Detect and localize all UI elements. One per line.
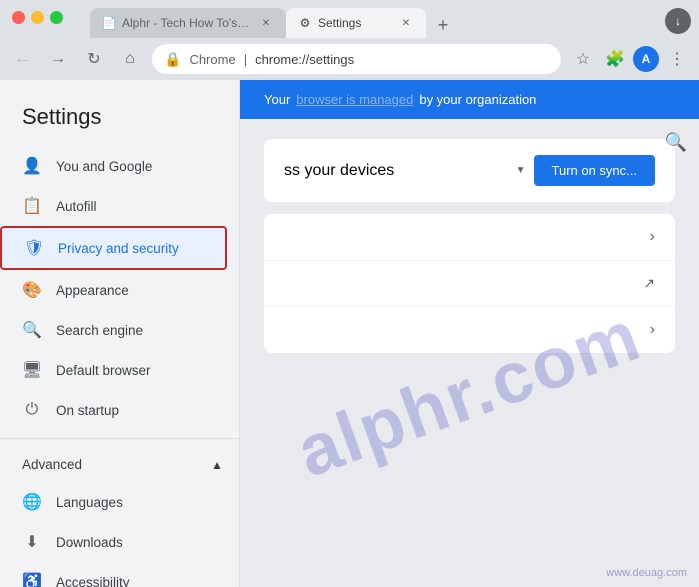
tab-alphr-close[interactable]: ✕: [258, 15, 274, 31]
managed-banner: Your browser is managed by your organiza…: [240, 80, 699, 119]
search-engine-icon: 🔍: [22, 320, 42, 340]
sidebar-item-search-engine-label: Search engine: [56, 323, 143, 338]
privacy-security-icon: 🛡: [24, 238, 44, 258]
sidebar-item-downloads-label: Downloads: [56, 535, 123, 550]
tab-alphr-favicon: 📄: [102, 16, 116, 30]
tab-settings-title: Settings: [318, 16, 392, 30]
menu-button[interactable]: ⋮: [663, 45, 691, 73]
languages-icon: 🌐: [22, 492, 42, 512]
accessibility-icon: ♿: [22, 572, 42, 587]
sidebar-item-privacy-security[interactable]: 🛡 Privacy and security: [0, 226, 227, 270]
sync-card: ss your devices ▼ Turn on sync...: [264, 139, 675, 202]
sidebar-item-privacy-security-label: Privacy and security: [58, 241, 179, 256]
new-tab-button[interactable]: +: [430, 12, 456, 38]
sidebar-item-on-startup-label: On startup: [56, 403, 119, 418]
settings-list-card: › ↗ ›: [264, 214, 675, 353]
sidebar-item-you-google[interactable]: 👤 You and Google: [0, 146, 227, 186]
sidebar-item-autofill[interactable]: 📋 Autofill: [0, 186, 227, 226]
list-item-3-arrow-icon: ›: [650, 321, 655, 339]
home-button[interactable]: ⌂: [116, 45, 144, 73]
content-area: ss your devices ▼ Turn on sync... ›: [240, 119, 699, 385]
advanced-section-toggle[interactable]: Advanced ▲: [0, 447, 239, 482]
tab-settings-favicon: ⚙: [298, 16, 312, 30]
autofill-icon: 📋: [22, 196, 42, 216]
turn-on-sync-button[interactable]: Turn on sync...: [534, 155, 656, 186]
watermark-url: www.deuag.com: [606, 567, 687, 579]
default-browser-icon: 🖥: [22, 360, 42, 380]
forward-button[interactable]: →: [44, 45, 72, 73]
maximize-window-button[interactable]: [50, 11, 63, 24]
tab-settings[interactable]: ⚙ Settings ✕: [286, 8, 426, 38]
minimize-window-button[interactable]: [31, 11, 44, 24]
sidebar-item-appearance-label: Appearance: [56, 283, 129, 298]
address-bar[interactable]: 🔒 Chrome | chrome://settings: [152, 44, 561, 74]
sidebar-divider: [0, 438, 239, 439]
sync-card-text: ss your devices: [284, 162, 394, 180]
nav-right-buttons: ☆ 🧩 A ⋮: [569, 45, 691, 73]
sidebar-item-downloads[interactable]: ⬇ Downloads: [0, 522, 227, 562]
sidebar-item-you-google-label: You and Google: [56, 159, 152, 174]
list-item-3[interactable]: ›: [264, 307, 675, 353]
browser-profile-menu[interactable]: ↓: [665, 8, 691, 34]
tab-settings-close[interactable]: ✕: [398, 15, 414, 31]
sync-dropdown[interactable]: ▼: [516, 165, 526, 176]
sidebar-item-accessibility[interactable]: ♿ Accessibility: [0, 562, 227, 587]
sidebar-item-search-engine[interactable]: 🔍 Search engine: [0, 310, 227, 350]
advanced-section-label: Advanced: [22, 457, 82, 472]
address-separator: |: [244, 52, 247, 67]
settings-search-button[interactable]: 🔍: [665, 132, 687, 153]
back-button[interactable]: ←: [8, 45, 36, 73]
bookmark-button[interactable]: ☆: [569, 45, 597, 73]
sync-dropdown-arrow: ▼: [516, 165, 526, 176]
sidebar-title: Settings: [0, 96, 239, 146]
sidebar-item-languages-label: Languages: [56, 495, 123, 510]
tab-alphr-title: Alphr - Tech How To's & Guide...: [122, 16, 252, 30]
list-item-1-arrow-icon: ›: [650, 228, 655, 246]
list-item-1[interactable]: ›: [264, 214, 675, 261]
managed-banner-link[interactable]: browser is managed: [296, 92, 413, 107]
address-scheme: Chrome: [189, 52, 235, 67]
sidebar-item-default-browser[interactable]: 🖥 Default browser: [0, 350, 227, 390]
close-window-button[interactable]: [12, 11, 25, 24]
settings-sidebar: Settings 👤 You and Google 📋 Autofill 🛡 P…: [0, 80, 240, 587]
sync-description: ss your devices: [284, 162, 394, 179]
appearance-icon: 🎨: [22, 280, 42, 300]
advanced-chevron-icon: ▲: [211, 458, 223, 472]
sidebar-item-languages[interactable]: 🌐 Languages: [0, 482, 227, 522]
main-content: Your browser is managed by your organiza…: [240, 80, 699, 587]
window-controls: [12, 11, 63, 24]
sidebar-item-default-browser-label: Default browser: [56, 363, 151, 378]
nav-bar: ← → ↻ ⌂ 🔒 Chrome | chrome://settings ☆ 🧩…: [0, 38, 699, 80]
address-url: chrome://settings: [255, 52, 354, 67]
tab-alphr[interactable]: 📄 Alphr - Tech How To's & Guide... ✕: [90, 8, 286, 38]
sidebar-item-accessibility-label: Accessibility: [56, 575, 130, 587]
sidebar-item-autofill-label: Autofill: [56, 199, 97, 214]
you-google-icon: 👤: [22, 156, 42, 176]
list-item-2[interactable]: ↗: [264, 261, 675, 307]
address-lock-icon: 🔒: [164, 51, 181, 68]
sidebar-item-on-startup[interactable]: ⏻ On startup: [0, 390, 227, 430]
sync-controls: ▼ Turn on sync...: [516, 155, 655, 186]
list-item-2-external-icon: ↗: [643, 275, 655, 292]
downloads-icon: ⬇: [22, 532, 42, 552]
managed-banner-suffix: by your organization: [419, 92, 536, 107]
profile-button[interactable]: A: [633, 46, 659, 72]
sidebar-item-appearance[interactable]: 🎨 Appearance: [0, 270, 227, 310]
on-startup-icon: ⏻: [22, 400, 42, 420]
reload-button[interactable]: ↻: [80, 45, 108, 73]
extensions-button[interactable]: 🧩: [601, 45, 629, 73]
managed-banner-prefix: Your: [264, 92, 290, 107]
